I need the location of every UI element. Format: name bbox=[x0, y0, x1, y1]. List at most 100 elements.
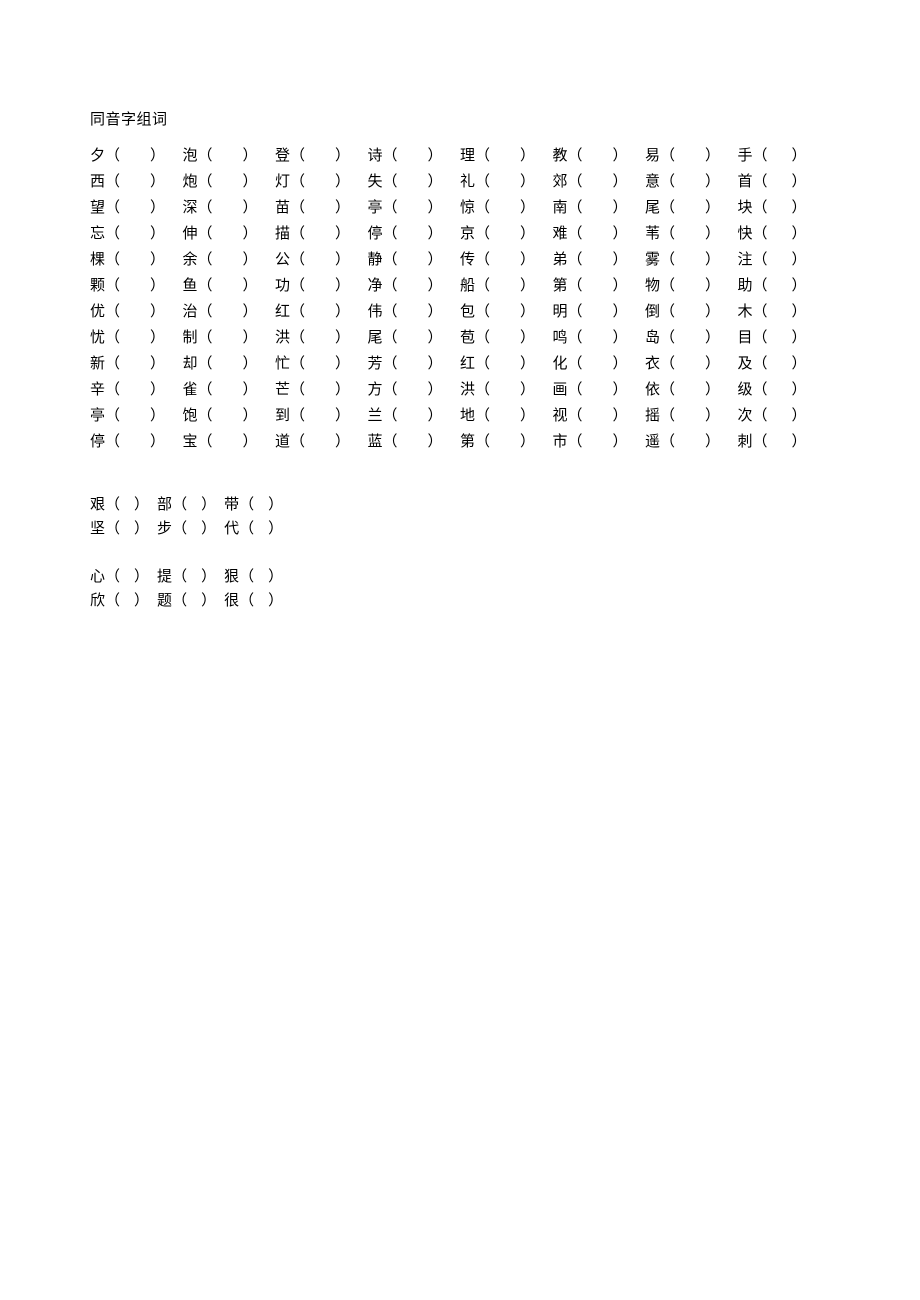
character: 棵 bbox=[90, 248, 105, 269]
paren-open: （ bbox=[198, 200, 213, 216]
character: 手 bbox=[738, 144, 753, 165]
grid-cell: 助（） bbox=[738, 271, 831, 297]
paren-open: （ bbox=[568, 174, 583, 190]
paren-close: ） bbox=[705, 248, 720, 269]
grid-cell: 功（） bbox=[275, 271, 368, 297]
paren-open: （ bbox=[568, 356, 583, 372]
grid-cell: 道（） bbox=[275, 427, 368, 453]
character: 提 bbox=[157, 569, 172, 585]
character: 忧 bbox=[90, 326, 105, 347]
paren-close: ） bbox=[428, 404, 443, 425]
paren-open: （ bbox=[290, 408, 305, 424]
character: 助 bbox=[738, 274, 753, 295]
grid-cell: 苗（） bbox=[275, 193, 368, 219]
character: 级 bbox=[738, 378, 753, 399]
character: 弟 bbox=[553, 248, 568, 269]
paren-open: （ bbox=[660, 278, 675, 294]
paren-open: （ bbox=[383, 252, 398, 268]
paren-open: （ bbox=[290, 356, 305, 372]
grid-cell: 惊（） bbox=[460, 193, 553, 219]
grid-cell: 船（） bbox=[460, 271, 553, 297]
grid-cell: 第（） bbox=[460, 427, 553, 453]
paren-open: （ bbox=[105, 330, 120, 346]
paren-open: （ bbox=[568, 330, 583, 346]
character: 目 bbox=[738, 326, 753, 347]
grid-cell: 优（） bbox=[90, 297, 183, 323]
character: 题 bbox=[157, 593, 172, 609]
paren-open: （ bbox=[105, 569, 120, 585]
grid-cell: 亭（） bbox=[90, 401, 183, 427]
character: 首 bbox=[738, 170, 753, 191]
bottom-item: 代（） bbox=[224, 517, 283, 541]
paren-close: ） bbox=[792, 274, 807, 295]
grid-cell: 快（） bbox=[738, 219, 831, 245]
grid-row: 停（）宝（）道（）蓝（）第（）市（）遥（）刺（） bbox=[90, 427, 830, 453]
paren-open: （ bbox=[660, 330, 675, 346]
grid-cell: 伟（） bbox=[368, 297, 461, 323]
bottom-row: 欣（）题（）很（） bbox=[90, 589, 830, 613]
character: 及 bbox=[738, 352, 753, 373]
grid-cell: 块（） bbox=[738, 193, 831, 219]
bottom-item: 欣（） bbox=[90, 589, 149, 613]
paren-close: ） bbox=[134, 497, 149, 513]
character: 欣 bbox=[90, 593, 105, 609]
character: 苇 bbox=[645, 222, 660, 243]
bottom-item: 坚（） bbox=[90, 517, 149, 541]
character: 忘 bbox=[90, 222, 105, 243]
grid-cell: 灯（） bbox=[275, 167, 368, 193]
paren-close: ） bbox=[150, 326, 165, 347]
character: 蓝 bbox=[368, 430, 383, 451]
paren-close: ） bbox=[792, 378, 807, 399]
grid-cell: 到（） bbox=[275, 401, 368, 427]
paren-open: （ bbox=[753, 330, 768, 346]
paren-close: ） bbox=[243, 170, 258, 191]
grid-cell: 鸣（） bbox=[553, 323, 646, 349]
paren-close: ） bbox=[705, 404, 720, 425]
page-title: 同音字组词 bbox=[90, 108, 830, 129]
paren-open: （ bbox=[198, 174, 213, 190]
paren-close: ） bbox=[201, 569, 216, 585]
character: 狠 bbox=[224, 569, 239, 585]
character: 灯 bbox=[275, 170, 290, 191]
paren-close: ） bbox=[613, 378, 628, 399]
paren-close: ） bbox=[335, 196, 350, 217]
paren-open: （ bbox=[105, 174, 120, 190]
paren-open: （ bbox=[660, 408, 675, 424]
character: 很 bbox=[224, 593, 239, 609]
paren-close: ） bbox=[613, 196, 628, 217]
character: 深 bbox=[183, 196, 198, 217]
bottom-row: 心（）提（）狠（） bbox=[90, 565, 830, 589]
grid-cell: 方（） bbox=[368, 375, 461, 401]
grid-cell: 制（） bbox=[183, 323, 276, 349]
paren-open: （ bbox=[290, 174, 305, 190]
paren-close: ） bbox=[792, 352, 807, 373]
character: 治 bbox=[183, 300, 198, 321]
character: 方 bbox=[368, 378, 383, 399]
character: 传 bbox=[460, 248, 475, 269]
character: 兰 bbox=[368, 404, 383, 425]
grid-cell: 遥（） bbox=[645, 427, 738, 453]
paren-open: （ bbox=[475, 304, 490, 320]
paren-open: （ bbox=[475, 148, 490, 164]
paren-open: （ bbox=[568, 304, 583, 320]
paren-close: ） bbox=[520, 430, 535, 451]
character: 雀 bbox=[183, 378, 198, 399]
grid-cell: 倒（） bbox=[645, 297, 738, 323]
grid-cell: 难（） bbox=[553, 219, 646, 245]
paren-close: ） bbox=[335, 222, 350, 243]
paren-open: （ bbox=[568, 382, 583, 398]
paren-open: （ bbox=[383, 174, 398, 190]
grid-cell: 忙（） bbox=[275, 349, 368, 375]
paren-close: ） bbox=[705, 222, 720, 243]
grid-cell: 停（） bbox=[90, 427, 183, 453]
grid-cell: 郊（） bbox=[553, 167, 646, 193]
paren-close: ） bbox=[520, 144, 535, 165]
paren-close: ） bbox=[613, 404, 628, 425]
paren-open: （ bbox=[383, 382, 398, 398]
paren-close: ） bbox=[792, 144, 807, 165]
paren-close: ） bbox=[520, 170, 535, 191]
paren-open: （ bbox=[383, 148, 398, 164]
paren-close: ） bbox=[792, 404, 807, 425]
paren-open: （ bbox=[568, 408, 583, 424]
bottom-item: 很（） bbox=[224, 589, 283, 613]
